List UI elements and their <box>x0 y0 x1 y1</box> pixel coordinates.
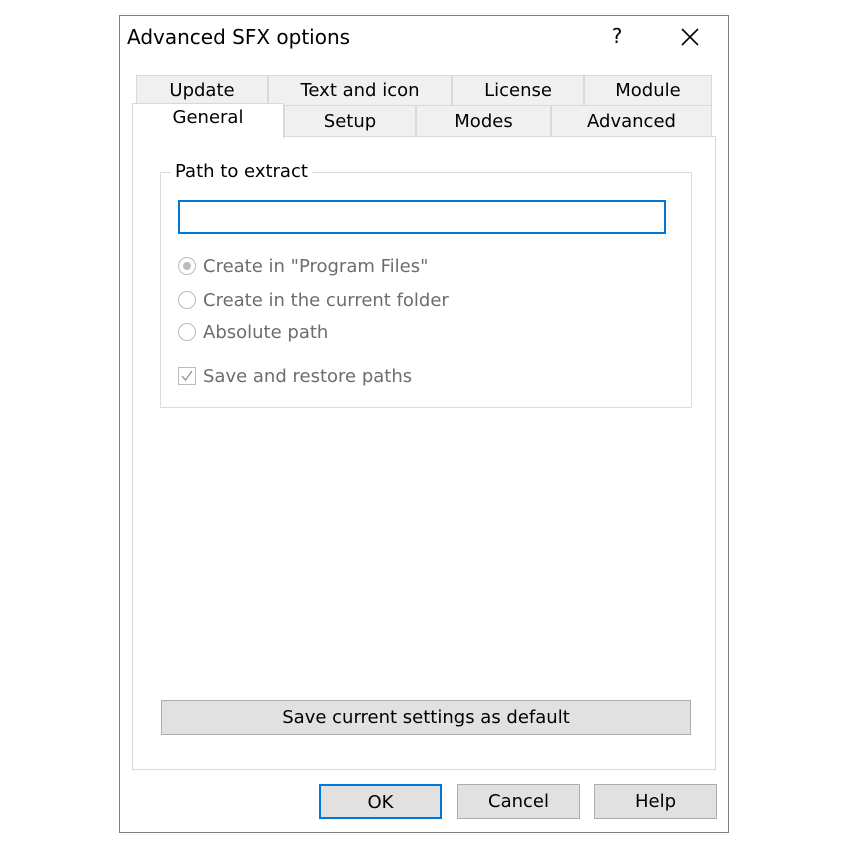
tab-license[interactable]: License <box>452 75 584 105</box>
radio-label: Absolute path <box>203 322 329 343</box>
tab-general[interactable]: General <box>132 103 284 139</box>
radio-button <box>178 323 196 341</box>
checkbox-checked <box>178 367 196 385</box>
radio-button-checked <box>178 257 196 275</box>
tab-modes[interactable]: Modes <box>416 105 551 137</box>
path-to-extract-label: Path to extract <box>171 161 312 182</box>
close-icon <box>681 28 699 46</box>
advanced-sfx-dialog: Advanced SFX options ? Update Text and i… <box>119 15 729 833</box>
radio-create-in-current-folder[interactable]: Create in the current folder <box>178 290 449 311</box>
tab-advanced[interactable]: Advanced <box>551 105 712 137</box>
checkbox-save-and-restore-paths[interactable]: Save and restore paths <box>178 366 412 387</box>
checkmark-icon <box>181 370 193 382</box>
cancel-button[interactable]: Cancel <box>457 784 580 819</box>
radio-create-in-program-files[interactable]: Create in "Program Files" <box>178 256 428 277</box>
path-to-extract-group: Path to extract Create in "Program Files… <box>160 161 692 408</box>
tab-module[interactable]: Module <box>584 75 712 105</box>
dialog-title: Advanced SFX options <box>127 25 351 49</box>
radio-button <box>178 291 196 309</box>
tab-text-and-icon[interactable]: Text and icon <box>268 75 452 105</box>
radio-absolute-path[interactable]: Absolute path <box>178 322 328 343</box>
help-question-button[interactable]: ? <box>606 24 628 50</box>
radio-label: Create in "Program Files" <box>203 256 429 277</box>
radio-label: Create in the current folder <box>203 290 449 311</box>
tab-setup[interactable]: Setup <box>284 105 416 137</box>
save-settings-as-default-button[interactable]: Save current settings as default <box>161 700 691 735</box>
help-button[interactable]: Help <box>594 784 717 819</box>
tab-panel-general: Path to extract Create in "Program Files… <box>132 136 716 770</box>
checkbox-label: Save and restore paths <box>203 366 413 387</box>
path-input[interactable] <box>178 200 666 234</box>
tab-update[interactable]: Update <box>136 75 268 105</box>
close-button[interactable] <box>675 22 705 52</box>
ok-button[interactable]: OK <box>319 784 442 819</box>
